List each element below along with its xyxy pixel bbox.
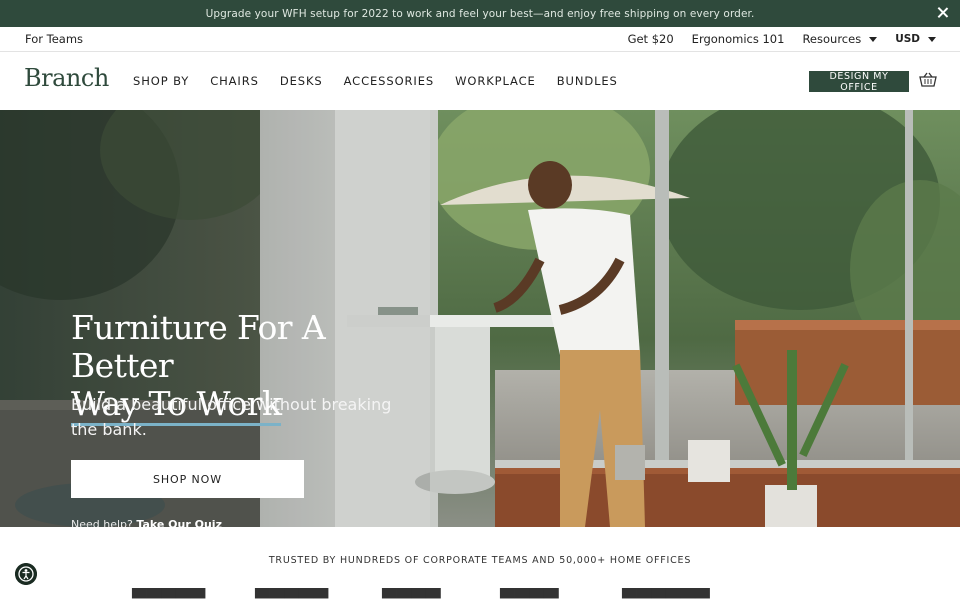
announcement-text: Upgrade your WFH setup for 2022 to work … <box>205 7 755 20</box>
brand-logo[interactable]: Branch <box>24 64 109 92</box>
nav-desks[interactable]: DESKS <box>280 74 323 88</box>
client-logo: ▀▀▀▀ <box>500 588 559 600</box>
primary-nav-links: SHOP BY CHAIRS DESKS ACCESSORIES WORKPLA… <box>133 74 618 88</box>
currency-label: USD <box>895 33 920 45</box>
chevron-down-icon <box>869 36 878 42</box>
hero-subtitle: Build a beautiful office without breakin… <box>71 395 392 439</box>
client-logo: ▀▀▀▀ <box>382 588 441 600</box>
design-my-office-button[interactable]: DESIGN MY OFFICE <box>809 71 909 93</box>
shop-now-button[interactable]: SHOP NOW <box>71 460 304 498</box>
get-20-link[interactable]: Get $20 <box>628 32 674 46</box>
help-text: Need help? Take Our Quiz <box>71 518 222 527</box>
take-quiz-link[interactable]: Take Our Quiz <box>136 518 222 527</box>
nav-accessories[interactable]: ACCESSORIES <box>344 74 435 88</box>
nav-bundles[interactable]: BUNDLES <box>557 74 618 88</box>
currency-selector[interactable]: USD <box>895 33 936 45</box>
accessibility-icon[interactable] <box>15 563 37 585</box>
utility-bar: For Teams Get $20 Ergonomics 101 Resourc… <box>0 27 960 52</box>
hero-title-line-1: Furniture For A Better <box>71 308 326 385</box>
client-logo: ▀▀▀▀▀ <box>255 588 329 600</box>
client-logo: ▀▀▀▀▀ <box>132 588 206 600</box>
ergonomics-link[interactable]: Ergonomics 101 <box>692 32 785 46</box>
resources-dropdown[interactable]: Resources <box>802 32 878 46</box>
client-logo-strip: ▀▀▀▀▀ ▀▀▀▀▀ ▀▀▀▀ ▀▀▀▀ ▀▀▀▀▀▀ <box>0 588 960 600</box>
client-logo: ▀▀▀▀▀▀ <box>622 588 710 600</box>
nav-workplace[interactable]: WORKPLACE <box>455 74 536 88</box>
chevron-down-icon <box>928 36 936 42</box>
announcement-bar: Upgrade your WFH setup for 2022 to work … <box>0 0 960 27</box>
resources-label: Resources <box>802 32 862 46</box>
cart-icon[interactable] <box>919 72 937 88</box>
nav-shop-by[interactable]: SHOP BY <box>133 74 189 88</box>
hero-section: Furniture For A Better Way To Work Build… <box>0 110 960 527</box>
help-prefix: Need help? <box>71 518 133 527</box>
nav-chairs[interactable]: CHAIRS <box>210 74 259 88</box>
trusted-by-heading: TRUSTED BY HUNDREDS OF CORPORATE TEAMS A… <box>268 555 692 566</box>
close-icon[interactable] <box>935 5 951 21</box>
for-teams-link[interactable]: For Teams <box>25 32 83 46</box>
